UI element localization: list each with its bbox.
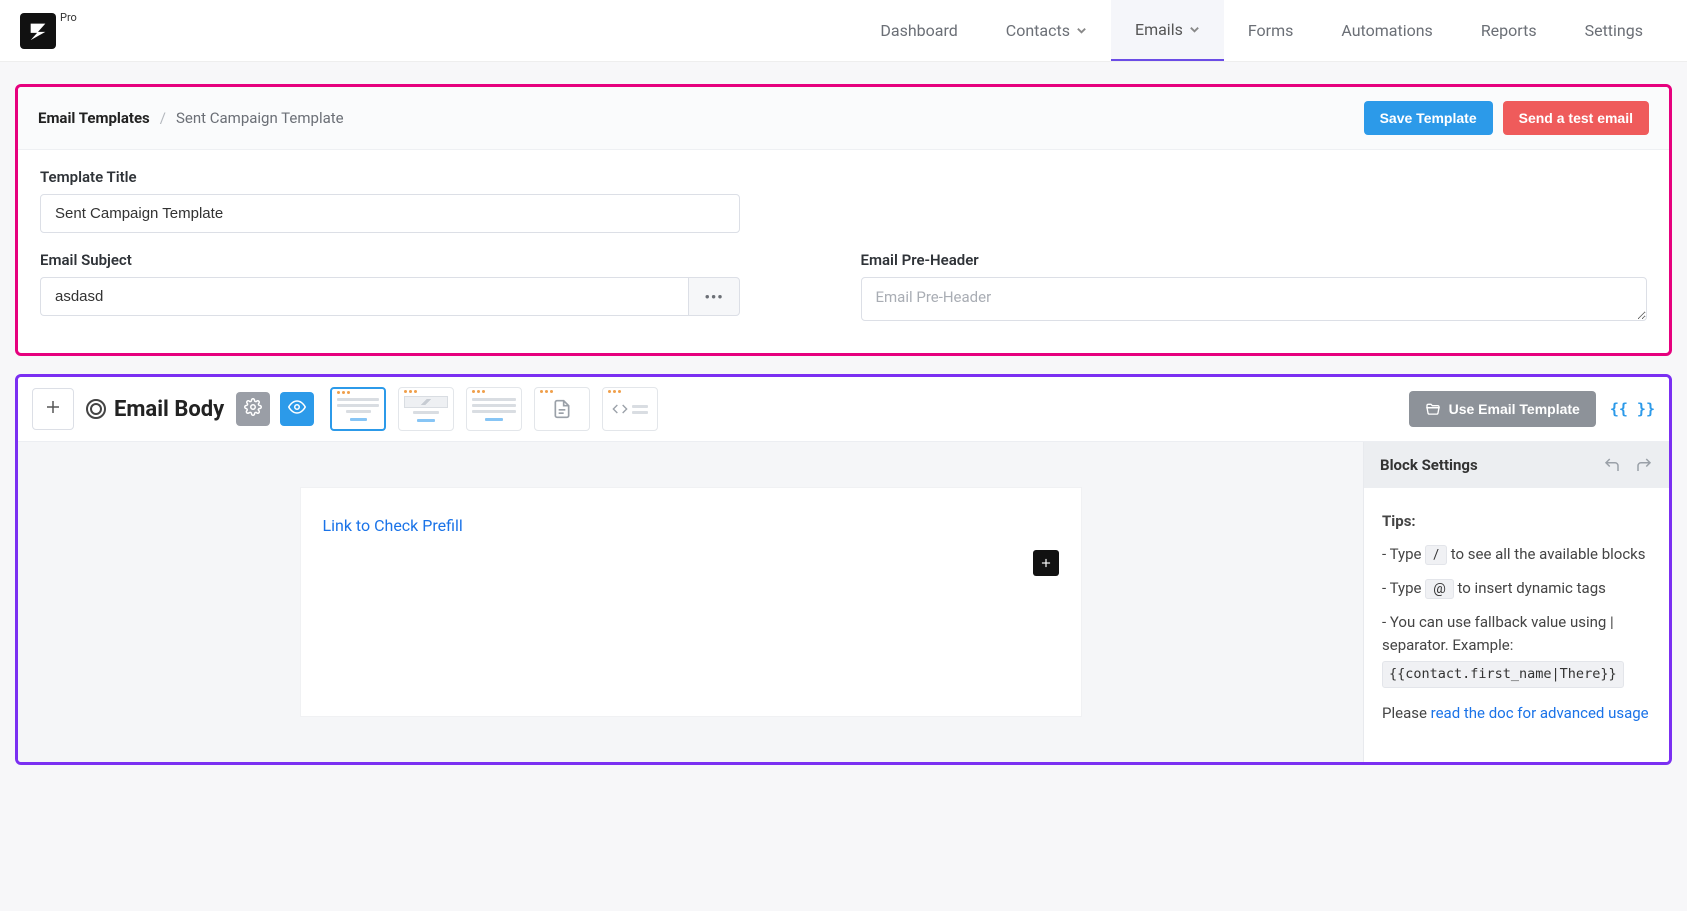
nav-automations[interactable]: Automations bbox=[1317, 0, 1456, 61]
template-header-panel: Email Templates / Sent Campaign Template… bbox=[15, 84, 1672, 356]
add-block-button[interactable] bbox=[1033, 550, 1059, 576]
nav-label: Automations bbox=[1341, 21, 1432, 40]
preview-button[interactable] bbox=[280, 392, 314, 426]
sidebar-body: Tips: - Type / to see all the available … bbox=[1364, 488, 1669, 757]
use-email-template-label: Use Email Template bbox=[1449, 401, 1580, 417]
email-preheader-input[interactable] bbox=[861, 277, 1648, 321]
use-email-template-button[interactable]: Use Email Template bbox=[1409, 391, 1596, 427]
code-icon bbox=[612, 401, 628, 417]
add-element-button[interactable] bbox=[32, 388, 74, 430]
email-subject-label: Email Subject bbox=[40, 251, 827, 269]
email-canvas[interactable]: Link to Check Prefill bbox=[301, 488, 1081, 716]
tip-row: - Type / to see all the available blocks bbox=[1382, 543, 1651, 567]
plus-icon bbox=[44, 398, 62, 420]
sidebar-header: Block Settings bbox=[1364, 442, 1669, 488]
nav-dashboard[interactable]: Dashboard bbox=[856, 0, 981, 61]
layout-preview-3[interactable] bbox=[466, 387, 522, 431]
chevron-down-icon bbox=[1076, 21, 1087, 40]
topbar: Pro Dashboard Contacts Emails Forms Auto… bbox=[0, 0, 1687, 62]
tip-text: - Type bbox=[1382, 579, 1425, 597]
redo-icon[interactable] bbox=[1635, 456, 1653, 474]
fallback-example-code: {{contact.first_name|There}} bbox=[1382, 661, 1624, 688]
brand-logo[interactable] bbox=[20, 13, 56, 49]
doc-link[interactable]: read the doc for advanced usage bbox=[1431, 704, 1649, 722]
main-nav: Dashboard Contacts Emails Forms Automati… bbox=[856, 0, 1667, 61]
tip-text: to see all the available blocks bbox=[1451, 545, 1646, 563]
doc-row: Please read the doc for advanced usage bbox=[1382, 702, 1651, 725]
eye-icon bbox=[288, 398, 306, 420]
brand-badge: Pro bbox=[60, 11, 77, 24]
doc-pre-text: Please bbox=[1382, 704, 1431, 722]
editor-area: Link to Check Prefill Block Settings bbox=[18, 442, 1669, 762]
block-settings-sidebar: Block Settings Tips: - Type / bbox=[1363, 442, 1669, 762]
key-slash: / bbox=[1425, 545, 1447, 565]
gear-icon bbox=[244, 398, 262, 420]
breadcrumb-leaf: Sent Campaign Template bbox=[176, 109, 344, 127]
tips-heading: Tips: bbox=[1382, 510, 1651, 533]
body-toolbar: Email Body bbox=[18, 377, 1669, 442]
key-at: @ bbox=[1425, 579, 1454, 599]
brand: Pro bbox=[20, 13, 77, 49]
nav-forms[interactable]: Forms bbox=[1224, 0, 1318, 61]
folder-open-icon bbox=[1425, 401, 1441, 417]
email-body-panel: Email Body bbox=[15, 374, 1672, 765]
nav-label: Dashboard bbox=[880, 21, 957, 40]
nav-label: Emails bbox=[1135, 20, 1183, 39]
subject-more-button[interactable]: ••• bbox=[688, 277, 740, 316]
email-body-title-text: Email Body bbox=[114, 397, 224, 422]
logo-icon bbox=[27, 20, 49, 42]
nav-label: Contacts bbox=[1006, 21, 1070, 40]
nav-label: Reports bbox=[1481, 21, 1537, 40]
insert-tag-button[interactable]: {{ }} bbox=[1610, 400, 1655, 418]
breadcrumb-separator: / bbox=[160, 109, 166, 127]
email-subject-input[interactable] bbox=[40, 277, 688, 316]
plus-icon bbox=[1039, 556, 1053, 570]
layout-preview-1[interactable] bbox=[330, 387, 386, 431]
save-template-button[interactable]: Save Template bbox=[1364, 101, 1493, 135]
send-test-email-button[interactable]: Send a test email bbox=[1503, 101, 1649, 135]
panel-header: Email Templates / Sent Campaign Template… bbox=[18, 87, 1669, 150]
email-body-title: Email Body bbox=[84, 397, 226, 422]
nav-settings[interactable]: Settings bbox=[1561, 0, 1667, 61]
nav-label: Settings bbox=[1585, 21, 1643, 40]
layout-preview-5[interactable] bbox=[602, 387, 658, 431]
tip-row: - Type @ to insert dynamic tags bbox=[1382, 577, 1651, 601]
layout-preview-4[interactable] bbox=[534, 387, 590, 431]
ellipsis-icon: ••• bbox=[705, 288, 724, 306]
sidebar-title: Block Settings bbox=[1380, 456, 1478, 474]
nav-emails[interactable]: Emails bbox=[1111, 0, 1224, 61]
page: Email Templates / Sent Campaign Template… bbox=[0, 62, 1687, 911]
canvas-link[interactable]: Link to Check Prefill bbox=[323, 516, 463, 535]
canvas-column: Link to Check Prefill bbox=[18, 442, 1363, 762]
email-preheader-label: Email Pre-Header bbox=[861, 251, 1648, 269]
undo-icon[interactable] bbox=[1603, 456, 1621, 474]
tip-row: - You can use fallback value using | sep… bbox=[1382, 611, 1651, 688]
body-settings-button[interactable] bbox=[236, 392, 270, 426]
tip-text: - You can use fallback value using | sep… bbox=[1382, 613, 1614, 654]
layout-previews bbox=[330, 387, 658, 431]
tip-text: - Type bbox=[1382, 545, 1425, 563]
template-title-input[interactable] bbox=[40, 194, 740, 233]
nav-contacts[interactable]: Contacts bbox=[982, 0, 1111, 61]
nav-reports[interactable]: Reports bbox=[1457, 0, 1561, 61]
template-title-label: Template Title bbox=[40, 168, 1647, 186]
nav-label: Forms bbox=[1248, 21, 1294, 40]
layout-preview-2[interactable] bbox=[398, 387, 454, 431]
breadcrumb-root[interactable]: Email Templates bbox=[38, 109, 150, 127]
chevron-down-icon bbox=[1189, 20, 1200, 39]
document-icon bbox=[546, 399, 578, 419]
target-icon bbox=[86, 399, 106, 419]
tip-text: to insert dynamic tags bbox=[1458, 579, 1606, 597]
